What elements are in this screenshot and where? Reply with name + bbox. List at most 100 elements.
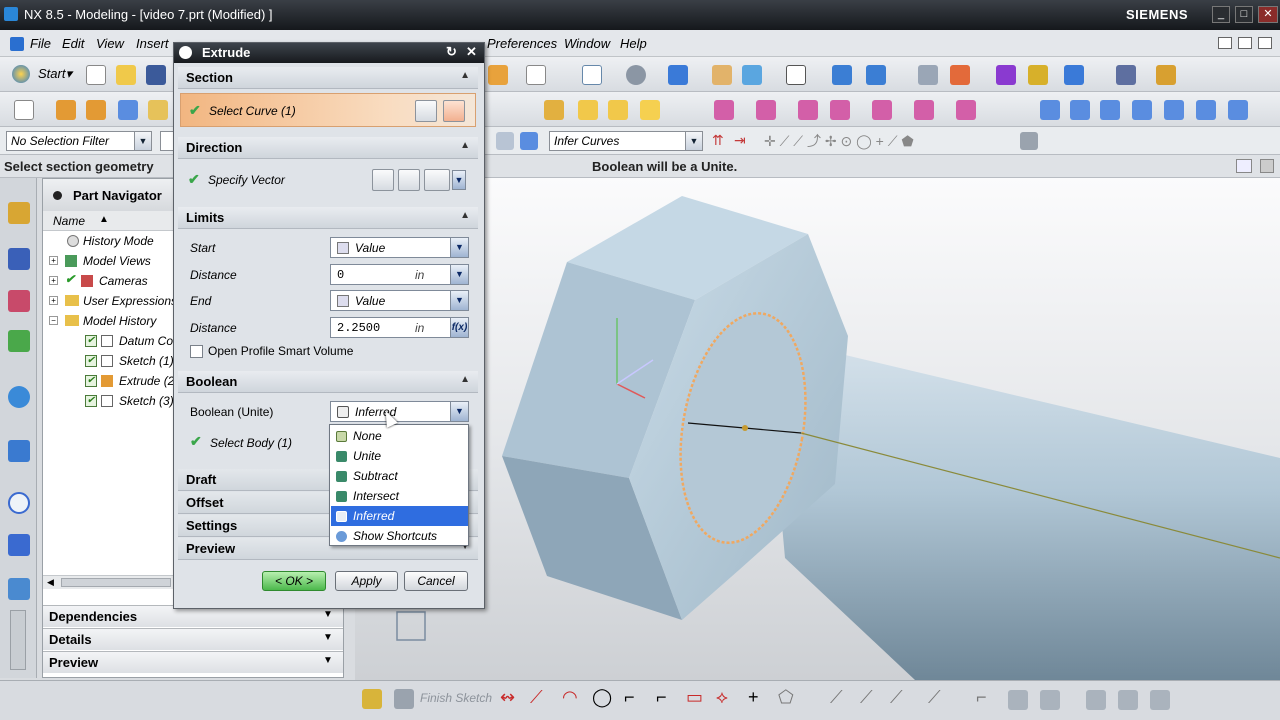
mesh-icon[interactable] [1070, 100, 1090, 120]
arc-icon[interactable]: ◠ [562, 687, 578, 708]
reverse-direction-icon[interactable] [398, 169, 420, 191]
menu-help[interactable]: Help [620, 36, 647, 51]
fillet-icon[interactable]: ⌐ [624, 687, 635, 708]
constraint-navigator-icon[interactable] [8, 248, 30, 270]
point-icon[interactable]: + [748, 687, 759, 708]
show-constraints-icon[interactable] [1118, 690, 1138, 710]
web-browser-icon[interactable] [8, 440, 30, 462]
assembly-navigator-icon[interactable] [8, 202, 30, 224]
line-icon[interactable]: ⟋ [530, 687, 543, 708]
select-body-icon[interactable] [496, 132, 514, 150]
through-curves-icon[interactable] [1100, 100, 1120, 120]
specify-vector-row[interactable]: ✔ Specify Vector ▼ [180, 167, 476, 195]
expand-icon[interactable]: + [49, 296, 58, 305]
chevron-down-icon[interactable]: ▼ [452, 170, 466, 190]
extrude-icon[interactable] [56, 100, 76, 120]
dialog-title-bar[interactable]: Extrude ↻ ✕ [174, 43, 484, 63]
table-icon[interactable] [918, 65, 938, 85]
select-body-label[interactable]: Select Body (1) [210, 436, 292, 450]
intersect-icon[interactable] [798, 100, 818, 120]
pattern-curve-icon[interactable] [1086, 690, 1106, 710]
measure-icon[interactable] [1156, 65, 1176, 85]
checkbox-checked-icon[interactable]: ✔ [85, 355, 97, 367]
boolean-dropdown[interactable]: Inferred ▼ [330, 401, 469, 422]
profile-icon[interactable]: ↭ [500, 687, 515, 708]
option-intersect[interactable]: Intersect [331, 486, 468, 506]
sketch-options-icon[interactable] [1150, 690, 1170, 710]
expand-icon[interactable]: + [49, 276, 58, 285]
close-button[interactable]: ✕ [1258, 6, 1278, 23]
pattern-icon[interactable] [914, 100, 934, 120]
option-subtract[interactable]: Subtract [331, 466, 468, 486]
sketch-icon[interactable] [14, 100, 34, 120]
system-materials-icon[interactable] [8, 534, 30, 556]
start-button[interactable]: Start▾ [38, 66, 72, 82]
swoop-icon[interactable] [1164, 100, 1184, 120]
chamfer-icon[interactable]: ⌐ [656, 687, 667, 708]
hd3d-tools-icon[interactable] [8, 386, 30, 408]
end-type-dropdown[interactable]: Value ▼ [330, 290, 469, 311]
direction-group-header[interactable]: Direction ▲ [178, 137, 478, 159]
background-icon[interactable] [786, 65, 806, 85]
rectangle-icon[interactable]: ▭ [686, 687, 703, 708]
reuse-library-icon[interactable] [8, 330, 30, 352]
play-icon[interactable] [1064, 65, 1084, 85]
reset-icon[interactable]: ↻ [446, 44, 457, 60]
menu-preferences[interactable]: Preferences [487, 36, 557, 51]
start-distance-input[interactable]: 0 in ▼ [330, 264, 469, 285]
preview-panel[interactable]: Preview ▼ [43, 651, 343, 673]
menu-file[interactable]: File [30, 36, 51, 51]
subtract-icon[interactable] [756, 100, 776, 120]
vector-anchor-point[interactable] [742, 425, 748, 431]
status-options-button[interactable] [1260, 159, 1274, 173]
feature-icon[interactable] [488, 65, 508, 85]
section-group-header[interactable]: Section ▲ [178, 67, 478, 89]
follow-fillet-icon[interactable]: ⇥ [734, 132, 746, 149]
selection-filter-dropdown[interactable]: No Selection Filter ▼ [6, 131, 152, 151]
snap-icon[interactable] [1028, 65, 1048, 85]
roles-icon[interactable] [8, 578, 30, 600]
type-filter-dropdown[interactable] [160, 131, 174, 151]
checkbox-checked-icon[interactable]: ✔ [85, 335, 97, 347]
menu-view[interactable]: View [96, 36, 124, 51]
block-icon[interactable] [118, 100, 138, 120]
save-icon[interactable] [146, 65, 166, 85]
apply-button[interactable]: Apply [335, 571, 398, 591]
doc-restore-button[interactable] [1238, 37, 1252, 49]
select-face-icon[interactable] [520, 132, 538, 150]
hole-icon[interactable] [544, 100, 564, 120]
checkbox-checked-icon[interactable]: ✔ [85, 395, 97, 407]
part-navigator-icon[interactable] [8, 290, 30, 312]
menu-insert[interactable]: Insert [136, 36, 169, 51]
open-profile-checkbox[interactable] [190, 345, 203, 358]
start-type-dropdown[interactable]: Value ▼ [330, 237, 469, 258]
minimize-button[interactable]: _ [1212, 6, 1230, 23]
chamfer-icon[interactable] [608, 100, 628, 120]
quick-trim-icon[interactable]: ⟋ [860, 687, 873, 708]
vector-dialog-icon[interactable] [372, 169, 394, 191]
spline-icon[interactable]: ⬠ [778, 687, 794, 708]
menu-window[interactable]: Window [564, 36, 610, 51]
unite-icon[interactable] [714, 100, 734, 120]
transform-icon[interactable] [950, 65, 970, 85]
checkbox-checked-icon[interactable]: ✔ [85, 375, 97, 387]
collapse-icon[interactable]: − [49, 316, 58, 325]
ok-button[interactable]: < OK > [262, 571, 326, 591]
resource-bar-scrollbar[interactable] [10, 610, 26, 670]
graphics-window[interactable] [355, 178, 1280, 680]
sweep-icon[interactable] [1132, 100, 1152, 120]
menu-edit[interactable]: Edit [62, 36, 84, 51]
doc-minimize-button[interactable] [1218, 37, 1232, 49]
pin-icon[interactable] [53, 191, 62, 200]
history-icon[interactable] [8, 492, 30, 514]
start-icon[interactable] [12, 65, 30, 83]
stop-at-intersection-icon[interactable]: ⇈ [712, 132, 724, 149]
sketch-plane-icon[interactable] [362, 689, 382, 709]
snap-settings-icon[interactable] [1020, 132, 1038, 150]
option-none[interactable]: None [331, 426, 468, 446]
styled-sweep-icon[interactable] [1196, 100, 1216, 120]
scroll-left-icon[interactable]: ◀ [47, 577, 54, 588]
curve-rule-dropdown[interactable]: Infer Curves ▼ [549, 131, 703, 151]
doc-close-button[interactable] [1258, 37, 1272, 49]
surface-icon[interactable] [1040, 100, 1060, 120]
